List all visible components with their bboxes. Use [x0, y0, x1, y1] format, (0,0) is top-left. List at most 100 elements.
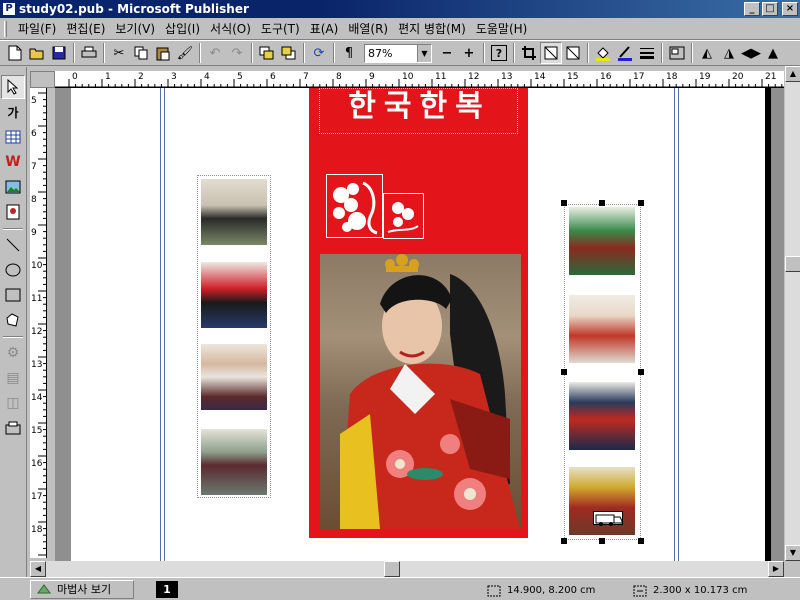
right-photo-strip[interactable] [564, 204, 641, 540]
format-painter-icon[interactable]: 🖌 [174, 42, 196, 64]
zoom-in-button[interactable]: + [458, 42, 480, 64]
object-frame-icon[interactable] [562, 42, 584, 64]
horizontal-scrollbar[interactable]: ◀ ▶ [30, 561, 784, 577]
horizontal-ruler[interactable]: 0 1 2 3 4 5 6 7 8 9 10 11 12 13 14 15 16… [55, 71, 784, 88]
text-frame-tool[interactable]: 가 [1, 100, 25, 124]
ruler-label: 6 [31, 129, 37, 139]
page-navigator[interactable]: 1 [156, 580, 178, 598]
hanbok-thumbnail-3[interactable] [201, 344, 267, 410]
hanbok-thumbnail-2[interactable] [201, 262, 267, 328]
menu-table[interactable]: 표(A) [305, 20, 344, 37]
menu-view[interactable]: 보기(V) [110, 20, 160, 37]
workspace[interactable]: 한국한복 [55, 88, 784, 561]
ruler-corner[interactable] [30, 71, 55, 88]
ornament-left[interactable] [326, 174, 383, 238]
custom-shapes-tool-icon[interactable] [1, 308, 25, 332]
ruler-label: 17 [633, 72, 645, 82]
open-folder-icon[interactable] [26, 42, 48, 64]
scroll-up-button[interactable]: ▲ [785, 66, 800, 82]
flip-horizontal-icon[interactable]: ◀▶ [740, 42, 762, 64]
wordart-tool-icon[interactable]: W [1, 150, 25, 174]
zoom-select[interactable]: 87% ▼ [364, 43, 432, 63]
line-color-icon[interactable] [614, 42, 636, 64]
title-text-frame[interactable]: 한국한복 [319, 88, 518, 134]
hanbok-portrait-picture[interactable] [320, 254, 521, 529]
selection-handle-s[interactable] [599, 538, 605, 544]
hanbok-thumbnail-1[interactable] [201, 179, 267, 245]
status-bar: 마법사 보기 1 14.900, 8.200 cm 2.300 x 10.173… [0, 577, 800, 600]
oval-tool-icon[interactable] [1, 258, 25, 282]
clip-gallery-tool-icon[interactable] [1, 200, 25, 224]
menu-mail-merge[interactable]: 편지 병합(M) [393, 20, 471, 37]
left-photo-strip[interactable] [197, 175, 271, 498]
vertical-scroll-thumb[interactable] [785, 256, 800, 272]
pointer-tool-icon[interactable] [1, 75, 25, 99]
special-characters-icon[interactable]: ¶ [338, 42, 360, 64]
html-fragment-tool-icon[interactable]: ▤ [1, 366, 25, 390]
zoom-value: 87% [368, 46, 393, 60]
paste-icon[interactable] [152, 42, 174, 64]
send-to-back-icon[interactable] [278, 42, 300, 64]
rectangle-tool-icon[interactable] [1, 283, 25, 307]
zoom-out-button[interactable]: − [436, 42, 458, 64]
rotate-icon[interactable]: ⟳ [308, 42, 330, 64]
selection-handle-n[interactable] [599, 200, 605, 206]
vertical-ruler[interactable]: 5 6 7 8 9 10 11 12 13 14 15 16 17 18 [30, 88, 47, 558]
maximize-button[interactable]: □ [762, 2, 778, 16]
scroll-right-button[interactable]: ▶ [768, 561, 784, 577]
selection-handle-e[interactable] [638, 369, 644, 375]
menu-tools[interactable]: 도구(T) [256, 20, 305, 37]
close-button[interactable]: × [782, 2, 798, 16]
menu-file[interactable]: 파일(F) [13, 20, 61, 37]
new-document-icon[interactable] [4, 42, 26, 64]
crop-icon[interactable] [518, 42, 540, 64]
hanbok-thumbnail-5[interactable] [569, 207, 635, 275]
selection-handle-ne[interactable] [638, 200, 644, 206]
show-wizard-button[interactable]: 마법사 보기 [30, 579, 134, 599]
hanbok-thumbnail-7[interactable] [569, 382, 635, 450]
rotate-right-icon[interactable]: ◮ [718, 42, 740, 64]
minimize-button[interactable]: _ [744, 2, 760, 16]
vertical-scrollbar[interactable]: ▲ ▼ [784, 66, 800, 561]
design-gallery-tool-icon[interactable] [1, 416, 25, 440]
hanbok-thumbnail-6[interactable] [569, 295, 635, 363]
publication-page[interactable]: 한국한복 [71, 88, 771, 561]
hanbok-thumbnail-4[interactable] [201, 429, 267, 495]
selection-handle-se[interactable] [638, 538, 644, 544]
help-button[interactable]: ? [491, 45, 507, 61]
horizontal-scroll-thumb[interactable] [384, 561, 400, 577]
rotate-left-icon[interactable]: ◭ [696, 42, 718, 64]
menu-format[interactable]: 서식(O) [205, 20, 256, 37]
scroll-down-button[interactable]: ▼ [785, 545, 800, 561]
move-cursor-icon [593, 511, 623, 526]
design-gallery-object-icon[interactable]: ◫ [1, 391, 25, 415]
menu-help[interactable]: 도움말(H) [471, 20, 533, 37]
menu-edit[interactable]: 편집(E) [61, 20, 110, 37]
table-frame-tool-icon[interactable] [1, 125, 25, 149]
ruler-label: 3 [171, 72, 177, 82]
selection-handle-sw[interactable] [561, 538, 567, 544]
line-shadow-icon[interactable] [540, 42, 562, 64]
flip-vertical-icon[interactable]: ▲ [762, 42, 784, 64]
publisher-app-icon[interactable]: P [2, 2, 16, 16]
ornament-right[interactable] [383, 193, 424, 239]
selection-handle-w[interactable] [561, 369, 567, 375]
menu-insert[interactable]: 삽입(I) [160, 20, 205, 37]
chevron-down-icon[interactable]: ▼ [417, 44, 431, 62]
bring-to-front-icon[interactable] [256, 42, 278, 64]
undo-icon[interactable]: ↶ [204, 42, 226, 64]
fill-color-icon[interactable] [592, 42, 614, 64]
line-tool-icon[interactable] [1, 233, 25, 257]
save-icon[interactable] [48, 42, 70, 64]
menu-arrange[interactable]: 배열(R) [343, 20, 393, 37]
picture-frame-tool-icon[interactable] [1, 175, 25, 199]
object-properties-icon[interactable] [666, 42, 688, 64]
selection-handle-nw[interactable] [561, 200, 567, 206]
scroll-left-button[interactable]: ◀ [30, 561, 46, 577]
form-control-tool-icon[interactable]: ⚙ [1, 341, 25, 365]
redo-icon[interactable]: ↷ [226, 42, 248, 64]
cut-icon[interactable]: ✂ [108, 42, 130, 64]
copy-icon[interactable] [130, 42, 152, 64]
print-icon[interactable] [78, 42, 100, 64]
line-style-icon[interactable] [636, 42, 658, 64]
